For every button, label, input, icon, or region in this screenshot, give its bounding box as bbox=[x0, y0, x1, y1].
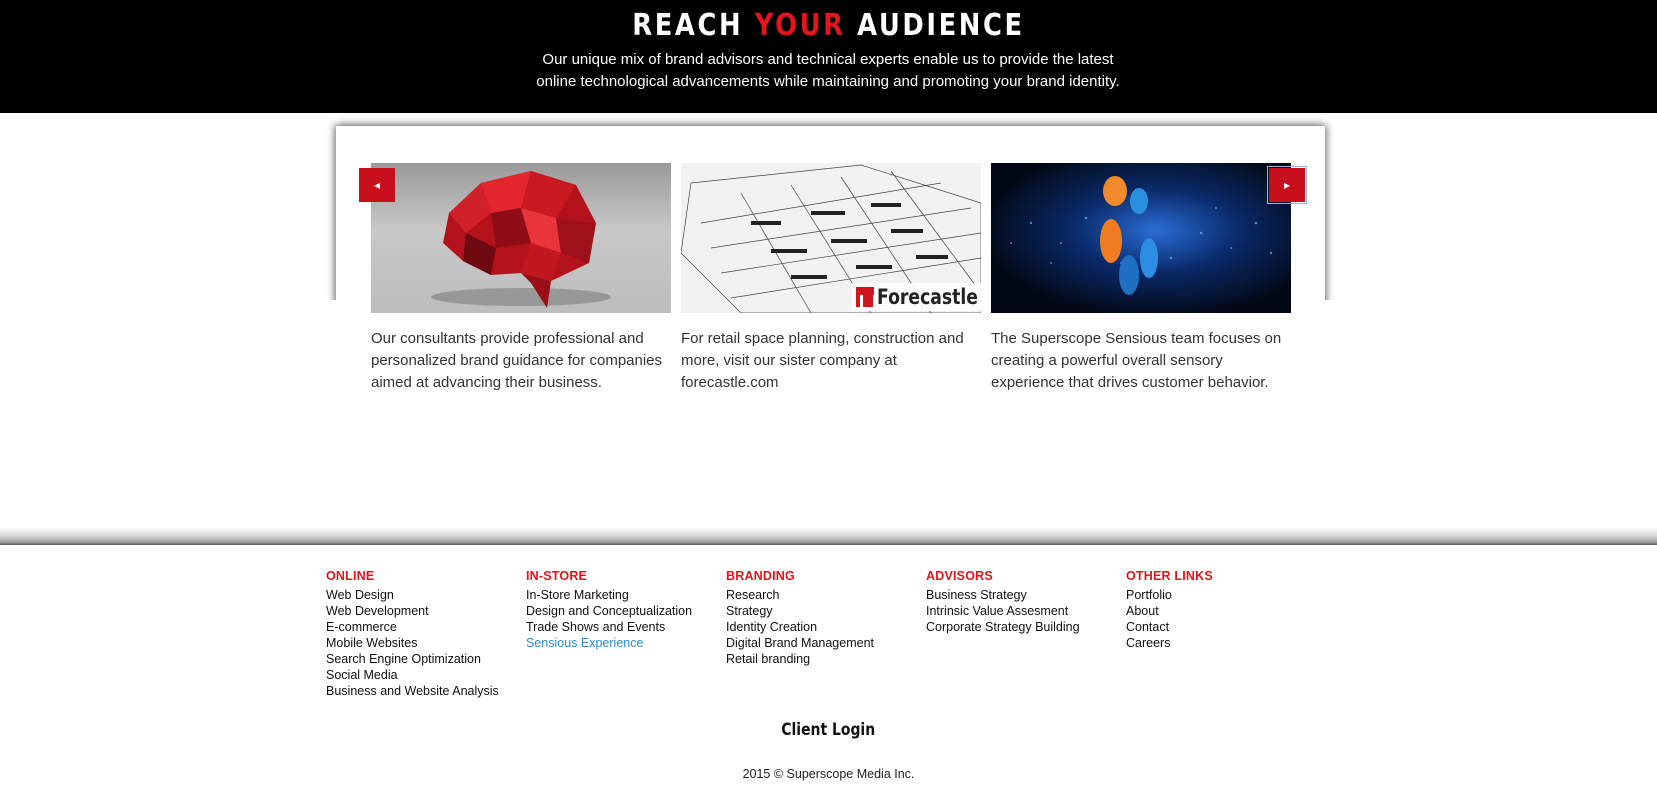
footer-link[interactable]: Digital Brand Management bbox=[726, 635, 874, 651]
footer-column-advisors: ADVISORS Business Strategy Intrinsic Val… bbox=[926, 569, 1080, 635]
footer-link[interactable]: Corporate Strategy Building bbox=[926, 619, 1080, 635]
footer-link[interactable]: Design and Conceptualization bbox=[526, 603, 692, 619]
hero-subtitle: Our unique mix of brand advisors and tec… bbox=[536, 51, 1120, 90]
slide-caption: Our consultants provide professional and… bbox=[371, 330, 663, 391]
footer-link[interactable]: Strategy bbox=[726, 603, 874, 619]
carousel-prev-button[interactable]: ◂ bbox=[359, 168, 395, 202]
footer-link[interactable]: Contact bbox=[1126, 619, 1213, 635]
footer-link[interactable]: Social Media bbox=[326, 667, 499, 683]
brain-image[interactable] bbox=[371, 163, 671, 313]
footer-link[interactable]: Web Design bbox=[326, 587, 499, 603]
footer-heading: OTHER LINKS bbox=[1126, 569, 1213, 583]
footer-link[interactable]: Business Strategy bbox=[926, 587, 1080, 603]
slide-caption: For retail space planning, construction … bbox=[681, 330, 964, 391]
title-accent: YOUR bbox=[754, 8, 846, 43]
footer-link[interactable]: Trade Shows and Events bbox=[526, 619, 692, 635]
forecastle-logo-text: Forecastle bbox=[877, 285, 978, 309]
footer-link[interactable]: Identity Creation bbox=[726, 619, 874, 635]
footer-link[interactable]: Intrinsic Value Assesment bbox=[926, 603, 1080, 619]
forecastle-logo-icon bbox=[856, 287, 876, 307]
footer-link[interactable]: Business and Website Analysis bbox=[326, 683, 499, 699]
footer-link[interactable]: Mobile Websites bbox=[326, 635, 499, 651]
footer-link[interactable]: Search Engine Optimization bbox=[326, 651, 499, 667]
footer-link[interactable]: E-commerce bbox=[326, 619, 499, 635]
sensory-image[interactable] bbox=[991, 163, 1291, 313]
footer-link[interactable]: In-Store Marketing bbox=[526, 587, 692, 603]
carousel-next-button[interactable]: ▸ bbox=[1267, 166, 1307, 204]
copyright-text: 2015 © Superscope Media Inc. bbox=[742, 767, 915, 781]
carousel-slide[interactable]: The Superscope Sensious team focuses on … bbox=[991, 163, 1291, 394]
forecastle-logo: Forecastle bbox=[852, 283, 981, 311]
warehouse-image[interactable]: Forecastle bbox=[681, 163, 981, 313]
chevron-right-icon: ▸ bbox=[1283, 178, 1291, 192]
title-part: AUDIENCE bbox=[845, 8, 1025, 43]
carousel-slide[interactable]: Forecastle For retail space planning, co… bbox=[681, 163, 981, 394]
footer-column-branding: BRANDING Research Strategy Identity Crea… bbox=[726, 569, 874, 667]
footer-heading: BRANDING bbox=[726, 569, 795, 583]
footer-heading: IN-STORE bbox=[526, 569, 588, 583]
footer-heading: ONLINE bbox=[326, 569, 375, 583]
footer-link[interactable]: Portfolio bbox=[1126, 587, 1213, 603]
chevron-left-icon: ◂ bbox=[373, 178, 381, 192]
footer-column-in-store: IN-STORE In-Store Marketing Design and C… bbox=[526, 569, 692, 651]
footer-heading: ADVISORS bbox=[926, 569, 993, 583]
client-login-label: Client Login bbox=[781, 720, 876, 740]
footer-link[interactable]: Careers bbox=[1126, 635, 1213, 651]
footer-column-other-links: OTHER LINKS Portfolio About Contact Care… bbox=[1126, 569, 1213, 651]
footer-link[interactable]: About bbox=[1126, 603, 1213, 619]
footer-link-active[interactable]: Sensious Experience bbox=[526, 635, 692, 651]
footer-link[interactable]: Retail branding bbox=[726, 651, 874, 667]
footer-link[interactable]: Web Development bbox=[326, 603, 499, 619]
client-login-link[interactable]: Client Login bbox=[0, 720, 1657, 740]
footer-column-online: ONLINE Web Design Web Development E-comm… bbox=[326, 569, 499, 699]
footer-link[interactable]: Research bbox=[726, 587, 874, 603]
carousel-slide[interactable]: Our consultants provide professional and… bbox=[371, 163, 671, 394]
hero-banner: REACH YOUR AUDIENCE Our unique mix of br… bbox=[0, 0, 1657, 113]
slide-caption: The Superscope Sensious team focuses on … bbox=[991, 330, 1282, 391]
footer-divider bbox=[0, 527, 1657, 545]
page-title: REACH YOUR AUDIENCE bbox=[116, 8, 1541, 43]
title-part: REACH bbox=[632, 8, 755, 43]
